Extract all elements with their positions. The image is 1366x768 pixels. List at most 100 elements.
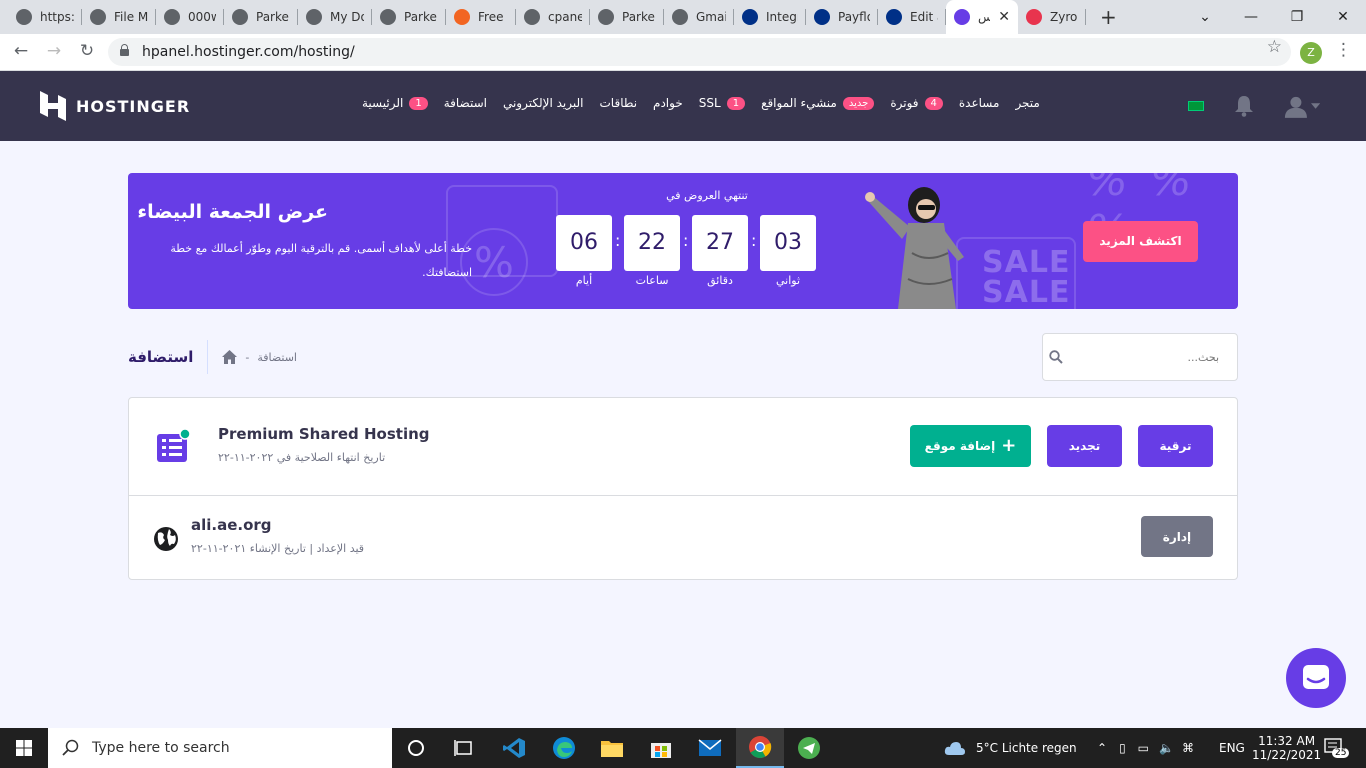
nav-item[interactable]: خوادم <box>653 96 683 110</box>
browser-tab[interactable]: Parke <box>590 0 664 34</box>
manage-button[interactable]: إدارة <box>1141 516 1213 557</box>
file-explorer-icon[interactable] <box>588 728 636 768</box>
browser-tab[interactable]: Gmail <box>664 0 734 34</box>
discover-more-button[interactable]: اكتشف المزيد <box>1083 221 1198 262</box>
store-icon[interactable] <box>637 728 685 768</box>
nav-item[interactable]: مساعدة <box>959 96 1000 110</box>
forward-icon[interactable]: → <box>43 41 65 61</box>
tab-title: cpane <box>548 10 582 24</box>
nav-item-label: SSL <box>698 96 721 110</box>
globe-icon <box>16 9 32 25</box>
search-box[interactable] <box>1042 333 1238 381</box>
tab-title: Gmail <box>696 10 726 24</box>
chat-widget-button[interactable] <box>1286 648 1346 708</box>
menu-kebab-icon[interactable]: ⋮ <box>1335 40 1352 60</box>
browser-tab[interactable]: Free D <box>446 0 516 34</box>
back-icon[interactable]: ← <box>10 41 32 61</box>
vscode-icon[interactable] <box>490 728 538 768</box>
system-tray-icons[interactable]: ⌃ ▯ ▭ 🔈 ⌘ <box>1097 728 1194 768</box>
mail-icon[interactable] <box>686 728 734 768</box>
task-view-icon[interactable] <box>440 728 488 768</box>
address-bar[interactable]: hpanel.hostinger.com/hosting/ <box>108 38 1291 66</box>
countdown-seconds-label: ثواني <box>775 274 801 287</box>
search-input[interactable] <box>1069 348 1219 366</box>
cortana-icon[interactable] <box>392 728 440 768</box>
browser-tab[interactable]: My Do <box>298 0 372 34</box>
taskbar-search[interactable]: Type here to search <box>48 728 392 768</box>
nav-item-label: خوادم <box>653 96 683 110</box>
windows-start-icon[interactable] <box>0 728 48 768</box>
url-text[interactable]: hpanel.hostinger.com/hosting/ <box>142 44 355 60</box>
renew-button[interactable]: تجديد <box>1047 425 1122 467</box>
browser-tab[interactable]: Edit a <box>878 0 946 34</box>
nav-badge: جديد <box>842 96 875 110</box>
volume-icon[interactable]: 🔈 <box>1159 741 1174 755</box>
hostinger-icon <box>954 9 970 25</box>
nav-item[interactable]: نطاقات <box>600 96 638 110</box>
nav-item[interactable]: فوترة 4 <box>890 96 943 110</box>
nav-item[interactable]: منشيء المواقع جديد <box>761 96 875 110</box>
nav-item[interactable]: استضافة <box>444 96 487 110</box>
chrome-icon[interactable] <box>736 728 784 768</box>
browser-tab[interactable]: اس ✕ <box>946 0 1018 34</box>
countdown-minutes-label: دقائق <box>707 274 733 287</box>
tab-search-icon[interactable]: ⌄ <box>1182 0 1228 34</box>
nav-item[interactable]: SSL 1 <box>698 96 746 110</box>
browser-tab[interactable]: Parke <box>372 0 446 34</box>
clock[interactable]: 11:32 AM 11/22/2021 <box>1252 728 1321 768</box>
globe-icon <box>232 9 248 25</box>
notification-center[interactable]: 25 <box>1324 728 1350 768</box>
chevron-up-icon[interactable]: ⌃ <box>1097 741 1107 755</box>
browser-tab[interactable]: Integr <box>734 0 806 34</box>
tab-title: Parke <box>404 10 437 24</box>
window-close-icon[interactable]: ✕ <box>1320 0 1366 34</box>
account-menu[interactable] <box>1284 91 1320 121</box>
lock-icon <box>120 44 129 56</box>
upgrade-button[interactable]: ترقية <box>1138 425 1213 467</box>
countdown-seconds: 03 <box>760 215 816 271</box>
profile-avatar[interactable]: Z <box>1300 42 1322 64</box>
nav-item[interactable]: الرئيسية 1 <box>362 96 428 110</box>
plus-icon: + <box>1001 435 1017 456</box>
sale-text-2: SALE <box>982 275 1071 309</box>
telegram-icon[interactable] <box>785 728 833 768</box>
weather-widget[interactable]: 5°C Lichte regen <box>944 728 1077 768</box>
site-domain[interactable]: ali.ae.org <box>191 516 272 534</box>
add-website-button[interactable]: إضافة موقع + <box>910 425 1031 467</box>
globe-icon <box>598 9 614 25</box>
woman-illustration <box>865 187 964 309</box>
browser-tab[interactable]: 000we <box>156 0 224 34</box>
close-tab-icon[interactable]: ✕ <box>998 9 1010 25</box>
tab-title: Parke <box>256 10 289 24</box>
tab-title: My Do <box>330 10 364 24</box>
battery-icon[interactable]: ▭ <box>1138 741 1149 755</box>
home-icon[interactable] <box>222 350 238 364</box>
browser-tab[interactable]: Parke <box>224 0 298 34</box>
network-icon[interactable]: ⌘ <box>1182 741 1194 755</box>
browser-tab[interactable]: cpane <box>516 0 590 34</box>
chevron-down-icon <box>1310 103 1320 109</box>
hostinger-logo[interactable]: HOSTINGER <box>40 91 190 121</box>
language-flag-icon[interactable] <box>1188 101 1204 111</box>
edge-icon[interactable] <box>540 728 588 768</box>
minimize-icon[interactable]: — <box>1228 0 1274 34</box>
breadcrumb: استضافة - استضافة <box>128 340 297 374</box>
hosting-card: Premium Shared Hosting تاريخ انتهاء الصل… <box>128 397 1238 580</box>
orange-logo-icon <box>454 9 470 25</box>
nav-item[interactable]: البريد الإلكتروني <box>503 96 584 110</box>
new-tab-button[interactable]: + <box>1100 5 1117 29</box>
bookmark-star-icon[interactable]: ☆ <box>1267 37 1282 57</box>
language-indicator[interactable]: ENG <box>1219 728 1245 768</box>
tab-title: Parke <box>622 10 655 24</box>
reload-icon[interactable]: ↻ <box>76 41 98 61</box>
countdown-days: 06 <box>556 215 612 271</box>
device-icon[interactable]: ▯ <box>1119 741 1126 755</box>
logo-text: HOSTINGER <box>76 96 191 116</box>
browser-tab[interactable]: https:/ <box>8 0 82 34</box>
bell-icon[interactable] <box>1234 95 1254 117</box>
browser-tab[interactable]: File M <box>82 0 156 34</box>
maximize-icon[interactable]: ❐ <box>1274 0 1320 34</box>
nav-item[interactable]: متجر <box>1015 96 1039 110</box>
browser-tab[interactable]: Payflo <box>806 0 878 34</box>
browser-tab[interactable]: Zyro <box>1018 0 1086 34</box>
